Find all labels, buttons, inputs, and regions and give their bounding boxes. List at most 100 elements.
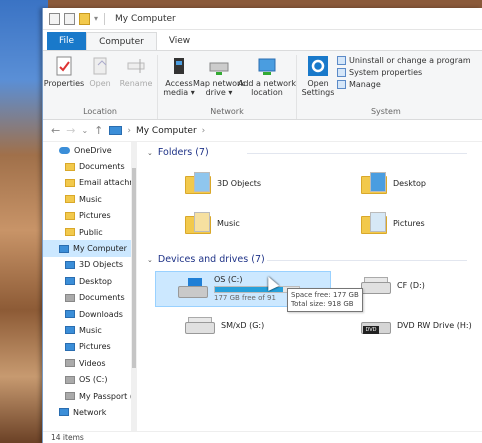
collapse-chevron-icon[interactable]: ⌄: [147, 256, 153, 264]
explorer-window: ▾ My Computer File Computer View Propert…: [42, 8, 482, 443]
computer-icon: [109, 126, 123, 135]
section-divider: [247, 153, 467, 154]
folders-header-label: Folders (7): [157, 147, 209, 158]
tab-computer[interactable]: Computer: [86, 32, 157, 50]
sidebar-item[interactable]: Documents: [43, 290, 135, 306]
properties-button[interactable]: Properties: [44, 55, 84, 107]
drives-header-label: Devices and drives (7): [157, 254, 265, 265]
forward-arrow-icon[interactable]: →: [66, 124, 75, 137]
drives-section-header[interactable]: ⌄ Devices and drives (7): [147, 254, 467, 265]
sidebar-item[interactable]: Network: [43, 404, 135, 420]
quick-access-new-folder-icon[interactable]: [79, 12, 90, 25]
navigation-scrollbar-thumb[interactable]: [132, 168, 136, 368]
computer-icon: [59, 244, 69, 253]
item-count: 14 items: [51, 433, 84, 442]
sidebar-item[interactable]: 3D Objects: [43, 257, 135, 273]
system-links: Uninstall or change a program System pro…: [337, 55, 471, 107]
sidebar-item-label: 3D Objects: [79, 260, 124, 270]
uninstall-program-link[interactable]: Uninstall or change a program: [337, 56, 471, 65]
title-bar: ▾ My Computer: [43, 8, 482, 30]
back-arrow-icon[interactable]: ←: [51, 124, 60, 137]
sidebar-item[interactable]: My Passport (: [43, 388, 135, 404]
sidebar-item[interactable]: Documents: [43, 158, 135, 174]
network-location-icon: [258, 58, 276, 75]
cf-drive-item[interactable]: CF (D:): [361, 274, 425, 296]
rename-icon: [127, 59, 145, 73]
sidebar-item[interactable]: Videos: [43, 355, 135, 371]
folder-item[interactable]: Desktop: [361, 172, 426, 194]
map-network-drive-button[interactable]: Map network drive ▾: [193, 55, 245, 107]
quick-access-dropdown-icon[interactable]: ▾: [94, 14, 98, 23]
folder-icon: [65, 228, 75, 237]
access-media-button[interactable]: Access media ▾: [162, 55, 196, 107]
breadcrumb[interactable]: › My Computer ›: [109, 126, 205, 136]
folder-item[interactable]: Pictures: [361, 212, 425, 234]
sm-drive-item[interactable]: SM/xD (G:): [185, 314, 264, 336]
address-bar: ← → ⌄ ↑ › My Computer ›: [43, 120, 482, 142]
folder-item[interactable]: Music: [185, 212, 240, 234]
open-settings-button[interactable]: Open Settings: [301, 55, 335, 107]
ribbon-group-location: Properties Open Rename Location: [43, 55, 158, 119]
tab-file[interactable]: File: [47, 32, 87, 50]
sidebar-item-label: My Passport (: [79, 391, 133, 401]
sidebar-item-label: Public: [79, 227, 103, 237]
network-drive-icon: [209, 62, 229, 75]
quick-access-document-icon[interactable]: [64, 12, 75, 25]
rename-label: Rename: [119, 79, 153, 88]
tooltip-total-size: Total size: 918 GB: [291, 300, 354, 308]
video-icon: [65, 359, 75, 368]
sidebar-item[interactable]: OS (C:): [43, 371, 135, 387]
download-icon: [65, 310, 75, 319]
sidebar-item[interactable]: Music: [43, 322, 135, 338]
breadcrumb-separator-2: ›: [201, 125, 206, 136]
uninstall-icon: [337, 56, 346, 65]
3d-objects-folder-icon: [185, 172, 211, 194]
sidebar-item[interactable]: Public: [43, 224, 135, 240]
quick-access-properties-icon[interactable]: [49, 12, 60, 25]
sidebar-item[interactable]: Pictures: [43, 208, 135, 224]
sidebar-item[interactable]: OneDrive: [43, 142, 135, 158]
open-button[interactable]: Open: [83, 55, 117, 107]
sidebar-item[interactable]: Pictures: [43, 339, 135, 355]
settings-gear-icon: [308, 56, 328, 76]
blue-folder-icon: [65, 260, 75, 269]
os-drive-content: OS (C:) 177 GB free of 91: [178, 275, 300, 302]
music-folder-icon: [185, 212, 211, 234]
add-network-location-button[interactable]: Add a network location: [238, 55, 296, 107]
folder-icon: [65, 211, 75, 220]
removable-drive-icon: [361, 274, 391, 296]
sidebar-item-label: Videos: [79, 358, 106, 368]
drive-icon: [65, 375, 75, 384]
system-properties-label: System properties: [349, 68, 423, 77]
sidebar-item[interactable]: Email attachm: [43, 175, 135, 191]
manage-link[interactable]: Manage: [337, 80, 471, 89]
ribbon-tabs: File Computer View: [43, 30, 482, 50]
drive-icon: [65, 392, 75, 401]
sidebar-item-label: Documents: [79, 293, 125, 303]
cloud-icon: [59, 146, 70, 154]
group-label-location: Location: [83, 107, 117, 116]
removable-drive-icon: [185, 314, 215, 336]
collapse-chevron-icon[interactable]: ⌄: [147, 149, 153, 157]
system-properties-link[interactable]: System properties: [337, 68, 471, 77]
sidebar-item[interactable]: Desktop: [43, 273, 135, 289]
folder-icon: [65, 162, 75, 171]
folder-item[interactable]: 3D Objects: [185, 172, 261, 194]
breadcrumb-my-computer[interactable]: My Computer: [136, 126, 197, 136]
folder-label: Desktop: [393, 178, 426, 188]
navigation-pane: OneDrive Documents Email attachm Music Pictu…: [43, 142, 136, 431]
sidebar-item[interactable]: My Computer: [43, 240, 135, 257]
ribbon-group-network: Access media ▾ Map network drive ▾ Add a…: [158, 55, 297, 119]
sidebar-item[interactable]: Downloads: [43, 306, 135, 322]
access-media-label: Access media ▾: [163, 79, 195, 97]
uninstall-label: Uninstall or change a program: [349, 56, 471, 65]
up-arrow-icon[interactable]: ↑: [94, 124, 103, 137]
recent-dropdown-icon[interactable]: ⌄: [81, 126, 88, 135]
sidebar-item[interactable]: Music: [43, 191, 135, 207]
dvd-drive-item[interactable]: DVD DVD RW Drive (H:): [361, 314, 472, 336]
rename-button[interactable]: Rename: [119, 55, 153, 107]
folders-section-header[interactable]: ⌄ Folders (7): [147, 147, 467, 158]
tab-view[interactable]: View: [157, 32, 202, 50]
properties-icon: [56, 56, 72, 76]
cf-drive-label: CF (D:): [397, 280, 425, 290]
